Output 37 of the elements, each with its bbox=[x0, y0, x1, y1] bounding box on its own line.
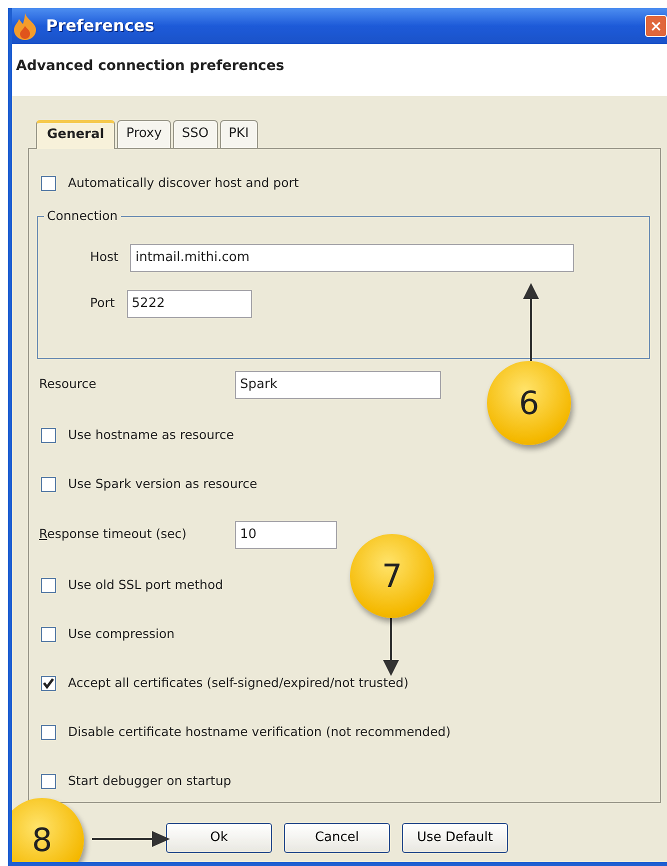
checkbox-label: Start debugger on startup bbox=[68, 772, 232, 790]
checkbox-label: Use compression bbox=[68, 624, 175, 643]
checkbox-label: Accept all certificates (self-signed/expired/not trusted) bbox=[68, 674, 408, 692]
checkbox[interactable] bbox=[41, 176, 56, 190]
tab[interactable]: SSO bbox=[172, 120, 218, 148]
callout-marker: 6 bbox=[487, 361, 571, 445]
tab[interactable]: PKI bbox=[220, 120, 258, 148]
checkbox[interactable] bbox=[41, 476, 56, 492]
checkbox-label: Disable certificate hostname verification (not recommended) bbox=[68, 722, 451, 741]
dialog-button[interactable]: Cancel bbox=[284, 822, 390, 852]
callout-marker: 8 bbox=[12, 798, 84, 862]
flame-icon bbox=[12, 12, 38, 40]
checkbox-label: Use old SSL port method bbox=[68, 576, 224, 594]
input-field[interactable]: Spark bbox=[235, 370, 441, 398]
checkbox-label: Automatically discover host and port bbox=[68, 174, 299, 192]
checkbox[interactable] bbox=[41, 724, 56, 740]
tab[interactable]: Proxy bbox=[117, 120, 171, 148]
field-label: Port bbox=[89, 294, 116, 312]
dialog-button[interactable]: Use Default bbox=[402, 822, 508, 852]
checkbox[interactable] bbox=[41, 626, 56, 642]
checkbox[interactable] bbox=[41, 428, 56, 442]
field-label: Host bbox=[89, 248, 120, 266]
input-field[interactable]: 5222 bbox=[126, 290, 252, 318]
checkbox-label: Use Spark version as resource bbox=[68, 474, 258, 493]
checkbox-label: Use hostname as resource bbox=[68, 426, 234, 444]
dialog-header: Advanced connection preferences bbox=[12, 44, 667, 96]
callout-marker: 7 bbox=[350, 534, 434, 618]
checkbox[interactable] bbox=[41, 774, 56, 788]
window-title: Preferences bbox=[46, 15, 154, 37]
input-field[interactable]: 10 bbox=[235, 520, 337, 548]
input-field[interactable]: intmail.mithi.com bbox=[130, 244, 574, 272]
checkbox[interactable] bbox=[41, 578, 56, 592]
tab[interactable]: General bbox=[36, 120, 116, 148]
dialog-button[interactable]: Ok bbox=[166, 822, 272, 852]
field-label: Response timeout (sec) bbox=[39, 525, 188, 544]
checkbox[interactable] bbox=[41, 676, 56, 690]
field-label: Resource bbox=[39, 375, 98, 394]
